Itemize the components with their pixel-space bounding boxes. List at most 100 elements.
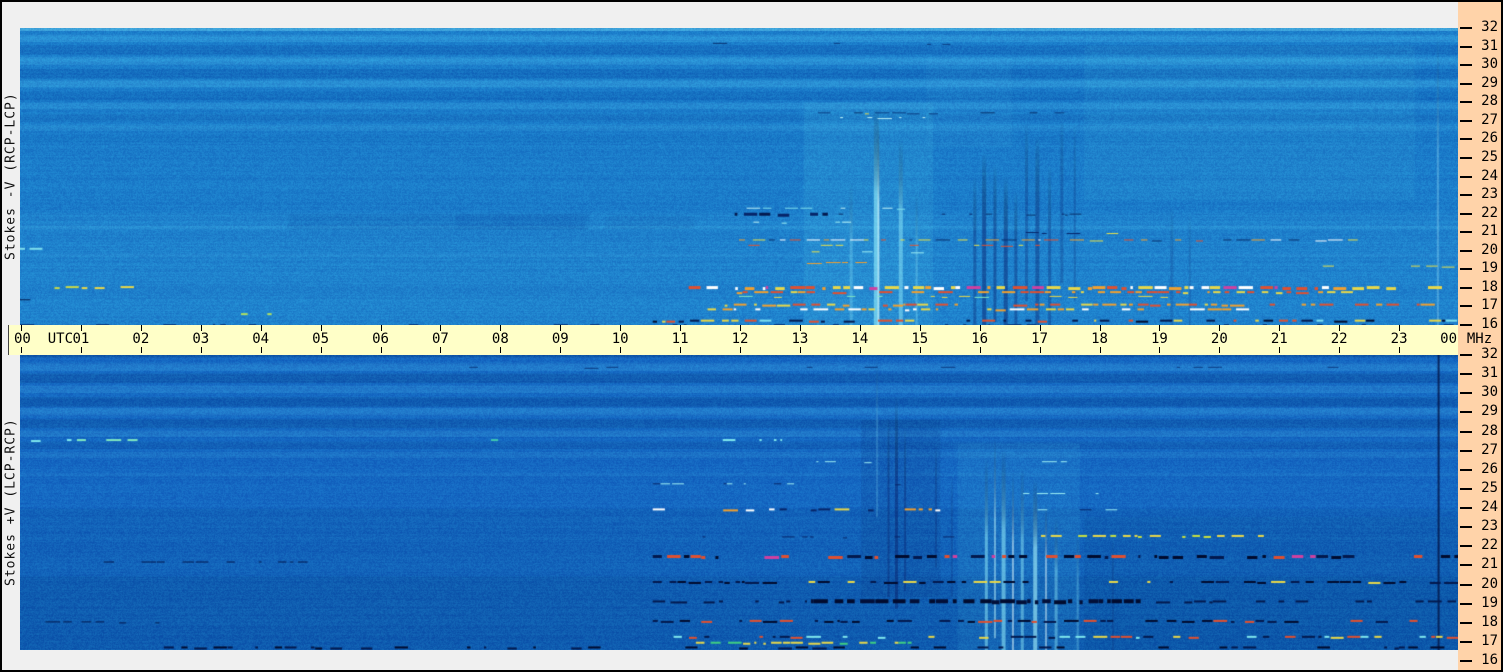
freq-tick: [1460, 156, 1472, 159]
freq-unit-label: MHz: [1466, 331, 1493, 347]
freq-tick: [1460, 430, 1472, 433]
freq-tick: [1460, 487, 1472, 490]
time-hour-label: 03: [192, 331, 210, 347]
panel-2-axis-label: Stokes +V (LCP-RCP): [3, 418, 19, 587]
freq-tick: [1460, 411, 1472, 414]
freq-tick-label: 25: [1481, 479, 1498, 496]
time-hour-label: 18: [1091, 331, 1108, 347]
freq-tick: [1460, 268, 1472, 271]
time-tick: [799, 347, 801, 353]
freq-tick-label: 27: [1481, 441, 1498, 458]
freq-tick-label: 32: [1481, 346, 1498, 362]
time-tick: [1219, 347, 1221, 353]
time-axis-start-unit: UTC: [47, 331, 74, 347]
spectrogram-canvas-1: [20, 28, 1458, 325]
freq-tick-label: 17: [1481, 297, 1498, 314]
time-axis-start-label: 00: [14, 331, 31, 347]
freq-tick-label: 32: [1481, 19, 1498, 35]
time-tick: [380, 347, 382, 353]
freq-tick-label: 19: [1481, 260, 1498, 277]
freq-tick-label: 21: [1481, 223, 1498, 240]
freq-tick: [1460, 119, 1472, 122]
freq-tick-label: 19: [1481, 594, 1498, 611]
time-hour-label: 01: [72, 331, 90, 347]
time-axis: 00 UTC 01 02 03 04 05 06 07 08 09 10 11 12 13 14 15 16 1…: [8, 325, 1460, 355]
time-tick: [320, 347, 322, 353]
bottom-margin: [2, 650, 1458, 670]
freq-tick-label: 28: [1481, 422, 1498, 439]
time-axis-end-label: 00: [1440, 331, 1457, 347]
freq-tick-label: 27: [1481, 111, 1498, 128]
app-window: AJ4CO Observatory 07 Nov 2016 - DPS on T…: [0, 0, 1503, 672]
time-hour-label: 04: [252, 331, 270, 347]
freq-tick-label: 30: [1481, 56, 1498, 73]
freq-tick-label: 17: [1481, 632, 1498, 649]
spectrogram-canvas-2: [20, 355, 1458, 650]
time-hour-label: 21: [1270, 331, 1288, 347]
time-tick: [1339, 347, 1341, 353]
freq-tick-label: 29: [1481, 74, 1498, 91]
time-tick: [1039, 347, 1041, 353]
panel-1-axis-label: Stokes -V (RCP-LCP): [3, 92, 19, 261]
time-tick: [1399, 347, 1401, 353]
freq-tick-label: 20: [1481, 575, 1498, 592]
spectrogram-panel-1: [20, 28, 1458, 325]
time-tick: [21, 325, 22, 331]
time-hour-label: 11: [671, 331, 689, 347]
freq-tick: [1460, 101, 1472, 104]
freq-tick-label: 30: [1481, 384, 1498, 401]
freq-tick-label: 21: [1481, 556, 1498, 573]
freq-tick-label: 31: [1481, 37, 1498, 54]
freq-tick: [1460, 564, 1472, 567]
freq-tick-label: 16: [1481, 316, 1498, 332]
freq-tick-label: 25: [1481, 148, 1498, 165]
freq-tick: [1460, 231, 1472, 234]
time-hour-label: 07: [431, 331, 449, 347]
freq-tick-label: 18: [1481, 278, 1498, 295]
time-hour-label: 19: [1150, 331, 1168, 347]
time-tick: [440, 347, 442, 353]
freq-tick: [1460, 64, 1472, 67]
freq-tick-label: 22: [1481, 537, 1498, 554]
freq-tick: [1460, 526, 1472, 529]
freq-tick: [1460, 621, 1472, 624]
time-hour-label: 14: [851, 331, 869, 347]
time-tick: [620, 347, 622, 353]
freq-tick: [1460, 27, 1472, 29]
time-tick: [1279, 347, 1281, 353]
time-tick: [740, 347, 741, 353]
time-tick: [260, 347, 262, 353]
freq-tick: [1460, 286, 1472, 289]
time-hour-label: 08: [491, 331, 509, 347]
freq-tick: [1460, 602, 1472, 605]
time-tick: [1099, 347, 1101, 353]
freq-tick-label: 24: [1481, 167, 1498, 184]
freq-tick-label: 20: [1481, 241, 1498, 258]
time-hour-label: 16: [971, 331, 989, 347]
freq-tick: [1460, 354, 1472, 356]
time-tick: [140, 347, 142, 353]
freq-tick-label: 24: [1481, 499, 1498, 515]
time-tick: [919, 347, 921, 353]
time-hour-label: 17: [1031, 331, 1048, 347]
freq-tick-label: 16: [1481, 652, 1498, 668]
freq-tick: [1460, 194, 1472, 197]
window-content: AJ4CO Observatory 07 Nov 2016 - DPS on T…: [2, 2, 1501, 670]
time-hour-label: 09: [551, 331, 569, 347]
time-tick: [1159, 347, 1161, 353]
time-hour-label: 02: [132, 331, 150, 347]
freq-tick: [1460, 305, 1472, 308]
freq-tick: [1460, 468, 1472, 471]
freq-tick: [1460, 545, 1472, 548]
time-tick: [979, 347, 981, 353]
spectrogram-panel-2: [20, 355, 1458, 650]
freq-tick-label: 23: [1481, 518, 1498, 535]
time-hour-label: 13: [791, 331, 809, 347]
freq-tick-label: 22: [1481, 204, 1498, 221]
time-hour-label: 23: [1390, 331, 1408, 347]
freq-tick: [1460, 640, 1472, 643]
time-tick: [500, 347, 502, 353]
freq-tick: [1460, 583, 1472, 586]
freq-axis-column: MHz 32 31 30 29 28 27 26 25 24 23 22 21 20 19 18 17 16 32…: [1458, 2, 1501, 670]
time-tick: [80, 347, 82, 353]
